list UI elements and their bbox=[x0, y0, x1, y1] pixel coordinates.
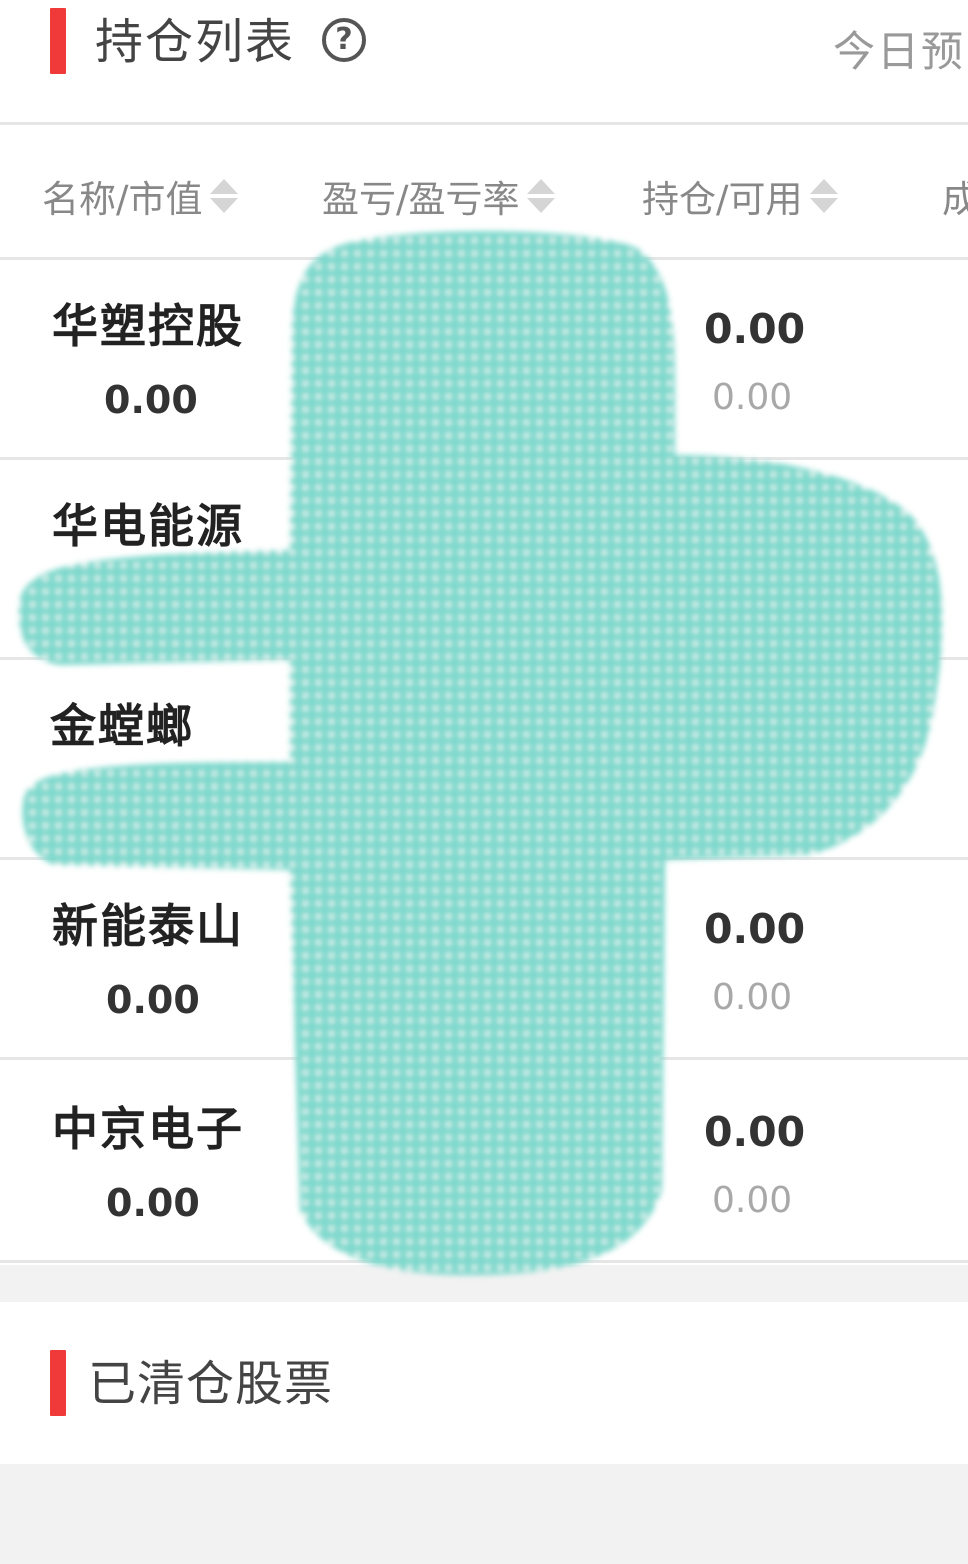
column-cost[interactable]: 成 bbox=[942, 169, 968, 223]
column-label: 持仓/可用 bbox=[642, 178, 803, 221]
table-row[interactable]: 中京电子 0.00 0.00 0.00 bbox=[0, 1063, 968, 1263]
stock-name: 华塑控股 bbox=[52, 299, 244, 353]
market-value: 0.00 bbox=[106, 1181, 200, 1225]
cleared-stocks-title: 已清仓股票 bbox=[88, 1356, 334, 1412]
available-quantity: 0.00 bbox=[712, 977, 793, 1018]
section-accent-bar bbox=[50, 1350, 66, 1416]
sort-icon bbox=[210, 179, 239, 213]
holding-quantity: 0.00 bbox=[704, 905, 806, 953]
column-label: 盈亏/盈亏率 bbox=[322, 178, 520, 221]
stock-name: 华电能源 bbox=[52, 499, 244, 553]
stock-name: 中京电子 bbox=[52, 1102, 244, 1156]
table-row[interactable]: 金螳螂 bbox=[0, 660, 968, 860]
table-row[interactable]: 新能泰山 0.00 0.00 0.00 bbox=[0, 860, 968, 1060]
column-name-value[interactable]: 名称/市值 bbox=[42, 169, 239, 223]
holding-quantity: 0.00 bbox=[704, 305, 806, 353]
cleared-stocks-section[interactable]: 已清仓股票 bbox=[0, 1302, 968, 1464]
positions-title: 持仓列表 bbox=[95, 14, 296, 70]
column-label: 成 bbox=[942, 178, 968, 221]
positions-header: 持仓列表 ? 今日预 bbox=[0, 0, 968, 125]
column-profit-rate[interactable]: 盈亏/盈亏率 bbox=[322, 169, 556, 223]
column-label: 名称/市值 bbox=[42, 178, 203, 221]
stock-name: 新能泰山 bbox=[52, 899, 244, 953]
column-holding-available[interactable]: 持仓/可用 bbox=[642, 169, 839, 223]
holding-quantity: 0.00 bbox=[704, 1108, 806, 1156]
table-row[interactable]: 华电能源 bbox=[0, 460, 968, 660]
column-header-row: 名称/市值 盈亏/盈亏率 持仓/可用 成 bbox=[0, 125, 968, 260]
section-accent-bar bbox=[50, 8, 66, 74]
available-quantity: 0.00 bbox=[712, 1180, 793, 1221]
positions-panel: 持仓列表 ? 今日预 名称/市值 盈亏/盈亏率 持仓/可用 成 华塑控股 0.0… bbox=[0, 0, 968, 1265]
market-value: 0.00 bbox=[104, 378, 198, 422]
stock-name: 金螳螂 bbox=[50, 699, 194, 753]
market-value: 0.00 bbox=[106, 978, 200, 1022]
sort-icon bbox=[810, 179, 839, 213]
question-circle-icon[interactable]: ? bbox=[322, 18, 366, 62]
available-quantity: 0.00 bbox=[712, 377, 793, 418]
sort-icon bbox=[527, 179, 556, 213]
today-estimate-label: 今日预 bbox=[833, 27, 966, 76]
table-row[interactable]: 华塑控股 0.00 0.00 0.00 bbox=[0, 260, 968, 460]
